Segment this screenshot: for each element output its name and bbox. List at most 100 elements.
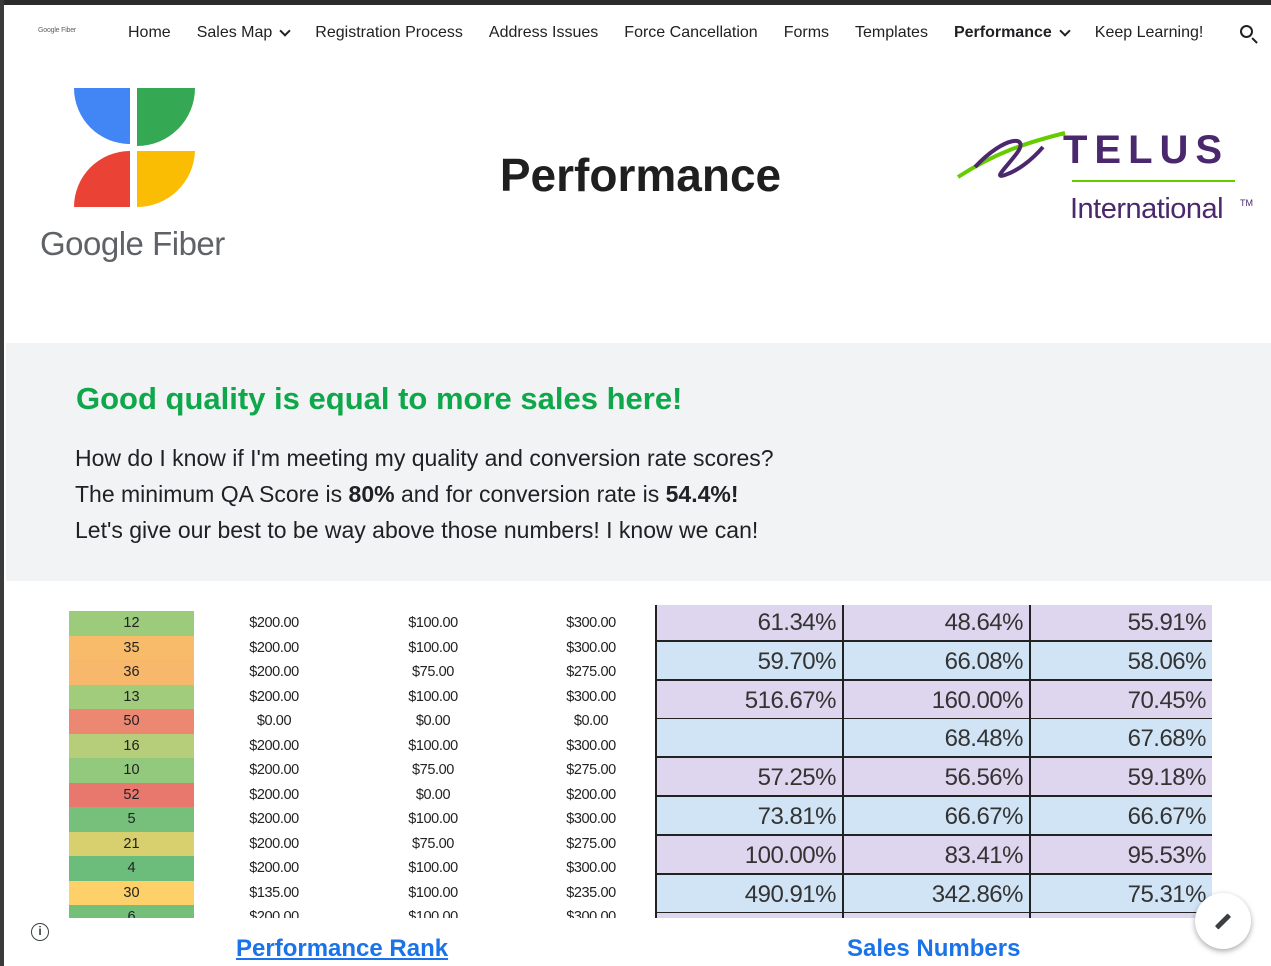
rate-cell: 160.00%: [844, 680, 1031, 718]
rank-cell: 35: [69, 635, 194, 660]
rank-table-row: 50 $0.00 $0.00 $0.00: [69, 709, 649, 734]
rate-cell: 83.41%: [844, 835, 1031, 873]
telus-logo-trademark: TM: [1240, 198, 1253, 208]
rate-cell: 70.45%: [1031, 681, 1212, 718]
nav-item-force-cancellation[interactable]: Force Cancellation: [611, 5, 770, 61]
performance-rank-link[interactable]: Performance Rank: [236, 935, 448, 963]
sales-table-row: 68.48% 67.68%: [657, 719, 1212, 759]
nav-item-sales-map[interactable]: Sales Map: [184, 5, 303, 61]
amount-cell: $200.00: [249, 835, 299, 852]
rank-table-row: 30 $135.00 $100.00 $235.00: [69, 880, 649, 905]
rank-table-row: 35 $200.00 $100.00 $300.00: [69, 635, 649, 660]
amount-cell: $235.00: [566, 884, 616, 901]
amount-cell: $200.00: [249, 664, 299, 680]
amount-cell: $0.00: [415, 786, 451, 803]
amount-cell: $100.00: [408, 639, 458, 656]
rank-table-row: 6 $200.00 $100.00 $300.00: [69, 905, 649, 918]
amount-cell: $100.00: [408, 811, 458, 827]
conversion-min-rate: 54.4%!: [665, 481, 739, 507]
amount-cell: $100.00: [408, 860, 458, 876]
rank-table-row: 36 $200.00 $75.00 $275.00: [69, 660, 649, 685]
telus-logo-subtitle: International: [1070, 193, 1224, 225]
amount-cell: $200.00: [249, 762, 299, 778]
sales-table-row: 61.34% 48.64% 55.91%: [657, 605, 1212, 642]
rank-cell: 30: [69, 880, 194, 905]
amount-cell: $100.00: [408, 615, 458, 631]
amount-cell: $0.00: [415, 713, 451, 729]
search-icon[interactable]: [1237, 22, 1261, 46]
rate-cell: 59.70%: [657, 641, 844, 679]
amount-cell: $100.00: [408, 909, 458, 918]
amount-cell: $100.00: [408, 884, 458, 901]
sales-table-row: 73.81% 66.67% 66.67%: [657, 797, 1212, 836]
info-icon[interactable]: i: [31, 923, 49, 941]
rank-table-row: 5 $200.00 $100.00 $300.00: [69, 807, 649, 832]
chevron-down-icon: [1059, 24, 1071, 37]
nav-item-registration-process[interactable]: Registration Process: [302, 5, 476, 61]
rank-cell: 13: [69, 684, 194, 709]
sales-numbers-link[interactable]: Sales Numbers: [847, 935, 1020, 963]
rate-cell: 100.00%: [657, 835, 844, 873]
amount-cell: $200.00: [249, 811, 299, 827]
rank-cell: 12: [69, 611, 194, 636]
nav-item-forms[interactable]: Forms: [771, 5, 842, 61]
amount-cell: $300.00: [566, 639, 616, 656]
amount-cell: $275.00: [566, 835, 616, 852]
amount-cell: $300.00: [566, 615, 616, 631]
amount-cell: $200.00: [249, 737, 299, 754]
chevron-down-icon: [279, 24, 291, 37]
nav-item-home[interactable]: Home: [115, 5, 184, 61]
edit-icon[interactable]: [1195, 893, 1251, 949]
rate-cell: [1031, 913, 1212, 918]
rate-cell: 95.53%: [1031, 836, 1212, 873]
rate-cell: 66.08%: [844, 641, 1031, 679]
rate-cell: 516.67%: [657, 680, 844, 718]
rate-cell: 57.25%: [657, 758, 844, 796]
amount-cell: $200.00: [249, 786, 299, 803]
rate-cell: 55.91%: [1031, 605, 1212, 640]
sales-table-row: 516.67% 160.00% 70.45%: [657, 680, 1212, 720]
amount-cell: $75.00: [412, 835, 454, 852]
nav-site-logo[interactable]: Google Fiber: [38, 27, 76, 34]
rank-cell: 4: [69, 856, 194, 881]
sales-numbers-table-image[interactable]: 61.34% 48.64% 55.91% 59.70% 66.08% 58.06% 516.…: [655, 605, 1212, 918]
window-left-border: [0, 0, 4, 966]
rate-cell: 56.56%: [844, 758, 1031, 796]
rank-cell: 16: [69, 733, 194, 758]
quality-line-3: Let's give our best to be way above thos…: [75, 517, 759, 543]
telus-logo-rule: [1072, 180, 1235, 182]
rate-cell: [844, 913, 1031, 918]
rank-table-row: 12 $200.00 $100.00 $300.00: [69, 611, 649, 636]
performance-rank-table-image[interactable]: 12 $200.00 $100.00 $300.00 35 $200.00 $100.00 $…: [69, 605, 649, 918]
amount-cell: $300.00: [566, 909, 616, 918]
amount-cell: $0.00: [256, 713, 292, 729]
nav-item-templates[interactable]: Templates: [842, 5, 941, 61]
rate-cell: 73.81%: [657, 797, 844, 834]
rank-table-row: 13 $200.00 $100.00 $300.00: [69, 684, 649, 709]
nav-item-keep-learning[interactable]: Keep Learning!: [1082, 5, 1217, 61]
sales-table-row: 59.70% 66.08% 58.06%: [657, 641, 1212, 681]
nav-item-address-issues[interactable]: Address Issues: [476, 5, 611, 61]
amount-cell: $300.00: [566, 688, 616, 705]
sales-table-row: 490.91% 342.86% 75.31%: [657, 874, 1212, 914]
amount-cell: $75.00: [412, 664, 454, 680]
amount-cell: $100.00: [408, 688, 458, 705]
rate-cell: 68.48%: [844, 719, 1031, 757]
rate-cell: 75.31%: [1031, 875, 1212, 912]
amount-cell: $300.00: [566, 860, 616, 876]
qa-min-score: 80%: [348, 481, 395, 507]
sales-table-row: 57.25% 56.56% 59.18%: [657, 758, 1212, 798]
nav-item-performance[interactable]: Performance: [941, 5, 1082, 61]
quality-heading: Good quality is equal to more sales here…: [76, 381, 683, 416]
rate-cell: 48.64%: [844, 605, 1031, 640]
top-navigation: Google Fiber Home Sales Map Registration P…: [0, 5, 1271, 61]
quality-line-2: The minimum QA Score is 80% and for conv…: [75, 481, 739, 507]
amount-cell: $300.00: [566, 737, 616, 754]
amount-cell: $200.00: [249, 909, 299, 918]
rank-table-row: 52 $200.00 $0.00 $200.00: [69, 782, 649, 807]
amount-cell: $135.00: [249, 884, 299, 901]
rate-cell: 59.18%: [1031, 758, 1212, 795]
rate-cell: 58.06%: [1031, 642, 1212, 679]
rank-table-row: 10 $200.00 $75.00 $275.00: [69, 758, 649, 783]
rank-cell: 21: [69, 831, 194, 856]
